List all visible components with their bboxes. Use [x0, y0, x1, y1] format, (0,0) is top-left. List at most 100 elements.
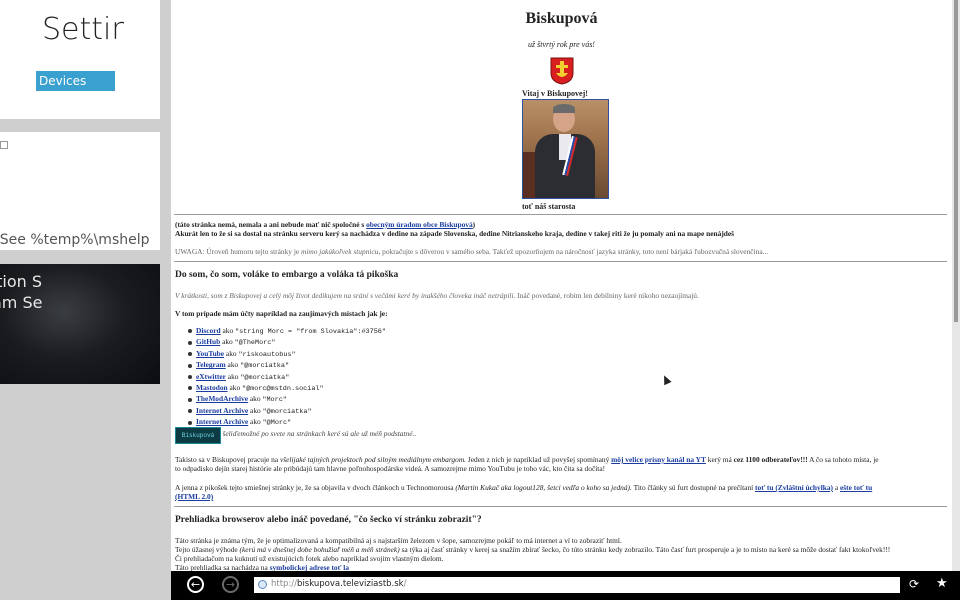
- heading-whoami: Do som, čo som, voláke to embargo a volá…: [175, 270, 399, 280]
- web-page: Biskupová už štvrtý rok pre vás! Vitaj v…: [171, 0, 952, 571]
- list-item: YouTube ako "riskoautobus": [188, 349, 416, 360]
- warning-a: UWAGA: Úroveň humoru tejto stránky je: [175, 247, 302, 256]
- projects-line1: Takisto sa v Biskupovej pracuje na všeli…: [175, 455, 879, 464]
- back-button[interactable]: ←: [187, 576, 204, 593]
- account-ako: ako: [225, 371, 241, 381]
- warning-italic: mimo jakúkoľvek stupnicu: [301, 247, 379, 256]
- article-a: A jenna z pikošek tejto smiešnej stránky…: [175, 483, 456, 492]
- browsers-a: Tejto úžasnej výhode: [175, 545, 240, 554]
- account-ako: ako: [227, 383, 242, 393]
- article-line2: (HTML 2.0): [175, 492, 213, 501]
- yt-channel-link[interactable]: môj velice prísny kanál na YT: [611, 455, 706, 464]
- accounts-list: Discord ako "string Morc = "from Slovaki…: [188, 326, 416, 438]
- account-value: "@morciatka": [262, 407, 312, 416]
- browsers-italic: (kerú má v dnešnej dobe bohužiaľ méň a m…: [239, 545, 400, 554]
- list-item: Internet Archive ako "@morciatka": [188, 406, 416, 417]
- article-italic: (Martin Kukač aka logout128, šetci vedľa…: [455, 483, 632, 492]
- projects-line2: to odpadisko dejín starej histórie ale p…: [175, 464, 606, 473]
- projects-bold: cez 1100 odberateľov!!!: [733, 455, 808, 464]
- site-subtitle: už štvrtý rok pre vás!: [528, 40, 595, 49]
- browsers-line4: Táto prehliadka sa nachádza na symbolick…: [175, 563, 349, 571]
- whoami-italic: V krátkosti, som z Biskupovej a celý môj…: [175, 291, 516, 300]
- welcome-text: Vitaj v Biskupovej!: [522, 89, 588, 98]
- obecny-urad-link[interactable]: obecným úradom obce Biskupová: [366, 220, 473, 229]
- settings-title: Setting: [42, 12, 124, 47]
- 88x31-button[interactable]: Biskupová: [175, 427, 221, 444]
- pin-favorite-icon[interactable]: ★: [936, 576, 948, 591]
- account-link[interactable]: Discord: [196, 326, 221, 335]
- divider: [174, 214, 947, 215]
- account-value: "@TheMorc": [234, 339, 276, 348]
- list-item: Internet Archive ako "@Morc": [188, 417, 416, 428]
- accounts-note: a ešte aj šeliďemožné po svete na stránk…: [196, 428, 417, 438]
- list-item: GitHub ako "@TheMorc": [188, 337, 416, 348]
- help-text: d. See %temp%\mshelp: [0, 232, 150, 248]
- warning-b: , pokračujte s dôverou v samého seba. Ta…: [378, 247, 769, 256]
- account-ako: ako: [224, 348, 239, 358]
- site-title: Biskupová: [525, 10, 598, 27]
- address-bar[interactable]: http://biskupova.televiziastb.sk/: [254, 577, 900, 593]
- account-value: "Morc": [262, 396, 287, 405]
- vertical-scrollbar[interactable]: [952, 0, 960, 571]
- article-link-2[interactable]: ešte toť tu: [840, 483, 872, 492]
- account-ako: ako: [220, 326, 236, 335]
- heading-accounts: V tom prípade mám účty napríklad na zauj…: [175, 309, 388, 318]
- account-value: "string Morc = "from Slovakia":#3756": [235, 328, 386, 336]
- heading-browsers: Prehliadka browserov alebo ináč povedané…: [175, 515, 482, 525]
- browsers-line4-a: Táto prehliadka sa nachádza na: [175, 563, 270, 571]
- account-link[interactable]: TheModArchive: [196, 394, 248, 403]
- article-b: Tito články sú furt dostupné na prečítan…: [631, 483, 756, 492]
- projects-d: A čo sa tohoto místa, je: [807, 455, 879, 464]
- globe-icon: [258, 580, 267, 589]
- list-item: Telegram ako "@morciatka": [188, 360, 416, 371]
- account-ako: ako: [248, 417, 263, 427]
- whoami-rest: Ináč povedané, robím len debilniny keré …: [515, 291, 699, 300]
- account-link[interactable]: Mastodon: [196, 383, 228, 392]
- browsers-line3: Či prehliadačom na kuknutí už existujúci…: [175, 554, 444, 563]
- article-line1: A jenna z pikošek tejto smiešnej stránky…: [175, 483, 872, 492]
- dark-app-tile[interactable]: ution S am Se: [0, 264, 160, 384]
- warning-text: UWAGA: Úroveň humoru tejto stránky je mi…: [175, 247, 768, 256]
- help-tile[interactable]: d. See %temp%\mshelp: [0, 132, 160, 250]
- account-link[interactable]: Internet Archive: [196, 406, 248, 415]
- checkbox-icon[interactable]: [0, 141, 8, 149]
- account-ako: ako: [225, 360, 241, 370]
- account-link[interactable]: Telegram: [196, 360, 226, 369]
- refresh-icon[interactable]: ⟳: [909, 577, 919, 591]
- mayor-photo: [522, 99, 609, 199]
- divider: [174, 506, 947, 507]
- intro-line2: Akurát len to že si sa dostal na stránku…: [175, 229, 735, 238]
- whoami-text: V krátkosti, som z Biskupovej a celý môj…: [175, 291, 699, 300]
- projects-a: Takisto sa v Biskupovej pracuje na: [175, 455, 280, 464]
- article-link-1[interactable]: toť tu (Zvláštní úchylka): [755, 483, 833, 492]
- account-ako: ako: [248, 405, 263, 415]
- account-link[interactable]: GitHub: [196, 337, 220, 346]
- url-prefix: http://: [271, 579, 298, 589]
- settings-tile[interactable]: Setting Devices: [0, 0, 160, 119]
- account-value: "riskoautobus": [238, 350, 296, 359]
- article-link-2b[interactable]: (HTML 2.0): [175, 492, 213, 501]
- article-c: a: [833, 483, 841, 492]
- scrollbar-thumb[interactable]: [954, 0, 958, 322]
- account-link[interactable]: eXtwitter: [196, 372, 226, 381]
- browsers-line1: Táto stránka je známa tým, že je optimal…: [175, 536, 622, 545]
- account-value: "@morc@mstdn.social": [242, 385, 324, 394]
- devices-item[interactable]: Devices: [36, 71, 115, 91]
- dark-tile-line1: ution S: [0, 272, 43, 291]
- address-url[interactable]: http://biskupova.televiziastb.sk/: [271, 579, 406, 589]
- projects-c: kerý má: [705, 455, 734, 464]
- account-value: "@Morc": [262, 419, 292, 428]
- intro-text: (táto stránka nemá, nemala a ani nebude …: [175, 220, 367, 229]
- photo-caption: toť náš starosta: [522, 202, 576, 211]
- url-suffix: /: [403, 579, 407, 589]
- forward-button[interactable]: →: [222, 576, 239, 593]
- account-ako: ako: [220, 337, 235, 347]
- browsers-line2: Tejto úžasnej výhode (kerú má v dnešnej …: [175, 545, 890, 554]
- browsers-link[interactable]: symbolickej adrese toť la: [270, 563, 349, 571]
- account-link[interactable]: YouTube: [196, 349, 224, 358]
- divider: [174, 261, 947, 262]
- mouse-cursor-icon: [660, 373, 672, 386]
- projects-italic: všelijaké tajných projektoch pod silným …: [279, 455, 467, 464]
- account-link[interactable]: Internet Archive: [196, 417, 248, 426]
- list-item: TheModArchive ako "Morc": [188, 394, 416, 405]
